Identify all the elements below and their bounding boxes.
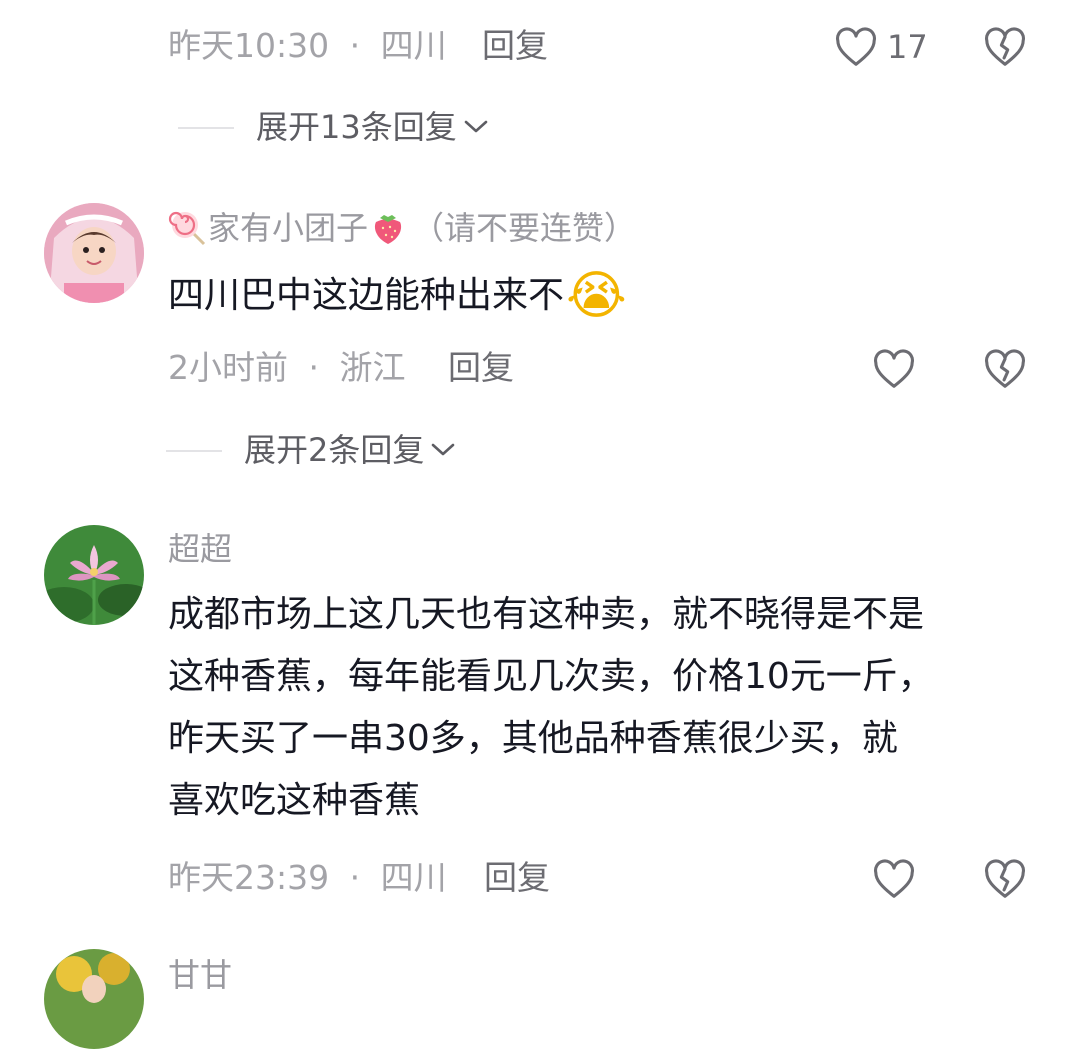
comment-0-expand-label: 展开13条回复 [256, 108, 457, 146]
comment-2-text-line: 这种香蕉，每年能看见几次卖，价格10元一斤， [168, 656, 934, 697]
comment-2-username[interactable]: 超超 [168, 529, 232, 569]
comment-0-separator: · [349, 26, 361, 65]
comment-1-separator: · [308, 348, 320, 387]
comment-0-location: 四川 [380, 26, 447, 65]
dislike-icon [985, 859, 1025, 898]
chevron-down-icon [464, 120, 488, 133]
comment-1-username-suffix: （请不要连赞） [412, 209, 637, 247]
comment-1-expand-replies[interactable]: 展开2条回复 [244, 430, 456, 470]
comment-0-time: 昨天10:30 [168, 26, 330, 65]
comment-0-expand-replies[interactable]: 展开13条回复 [256, 107, 489, 147]
comment-0-like-button[interactable] [832, 24, 880, 70]
comment-0-dislike-button[interactable] [982, 24, 1028, 70]
dislike-icon [985, 27, 1025, 66]
heart-icon [874, 349, 914, 388]
comment-3-avatar[interactable] [44, 949, 144, 1049]
comment-2-text-line: 成都市场上这几天也有这种卖，就不晓得是不是 [168, 594, 925, 635]
avatar-image [44, 203, 144, 303]
comment-2-avatar[interactable] [44, 525, 144, 625]
comment-0-reply-button[interactable]: 回复 [482, 26, 548, 66]
comment-1-username[interactable]: 家有小团子 （请不要连赞） [168, 208, 636, 248]
comment-2-text: 成都市场上这几天也有这种卖，就不晓得是不是 这种香蕉，每年能看见几次卖，价格10… [168, 584, 1048, 832]
comment-1-text-body: 四川巴中这边能种出来不 [168, 275, 565, 316]
comment-1-like-button[interactable] [870, 346, 918, 392]
strawberry-icon [374, 215, 402, 244]
heart-icon [874, 859, 914, 898]
comment-2-reply-button[interactable]: 回复 [484, 858, 550, 898]
comment-1-meta: 2小时前 · 浙江 [168, 348, 406, 388]
comment-1-expand-label: 展开2条回复 [244, 431, 425, 469]
comment-2-location: 四川 [380, 858, 447, 897]
comment-2-dislike-button[interactable] [982, 856, 1028, 902]
expand-divider [166, 450, 222, 452]
avatar-image [44, 949, 144, 1049]
dislike-icon [985, 349, 1025, 388]
comment-2-text-line: 昨天买了一串30多，其他品种香蕉很少买，就 [168, 718, 898, 759]
crying-face-emoji: 😭 [566, 266, 627, 326]
comment-2-text-line: 喜欢吃这种香蕉 [168, 780, 421, 821]
comment-0-like-count: 17 [887, 28, 928, 66]
comment-1-avatar[interactable] [44, 203, 144, 303]
comment-2-meta: 昨天23:39 · 四川 [168, 858, 447, 898]
comment-1-location: 浙江 [339, 348, 406, 387]
comment-1-time: 2小时前 [168, 348, 288, 387]
lollipop-icon [168, 211, 206, 246]
comment-2-separator: · [349, 858, 361, 897]
heart-icon [836, 27, 876, 66]
chevron-down-icon [432, 443, 455, 456]
expand-divider [178, 127, 234, 129]
comment-2-like-button[interactable] [870, 856, 918, 902]
comment-1-text: 四川巴中这边能种出来不 😭 [168, 265, 627, 327]
comment-0-meta: 昨天10:30 · 四川 [168, 26, 447, 66]
avatar-image [44, 525, 144, 625]
comment-1-username-text: 家有小团子 [208, 209, 369, 247]
comment-3-username[interactable]: 甘甘 [168, 955, 232, 995]
comment-1-dislike-button[interactable] [982, 346, 1028, 392]
comment-1-reply-button[interactable]: 回复 [448, 348, 514, 388]
comment-2-time: 昨天23:39 [168, 858, 330, 897]
